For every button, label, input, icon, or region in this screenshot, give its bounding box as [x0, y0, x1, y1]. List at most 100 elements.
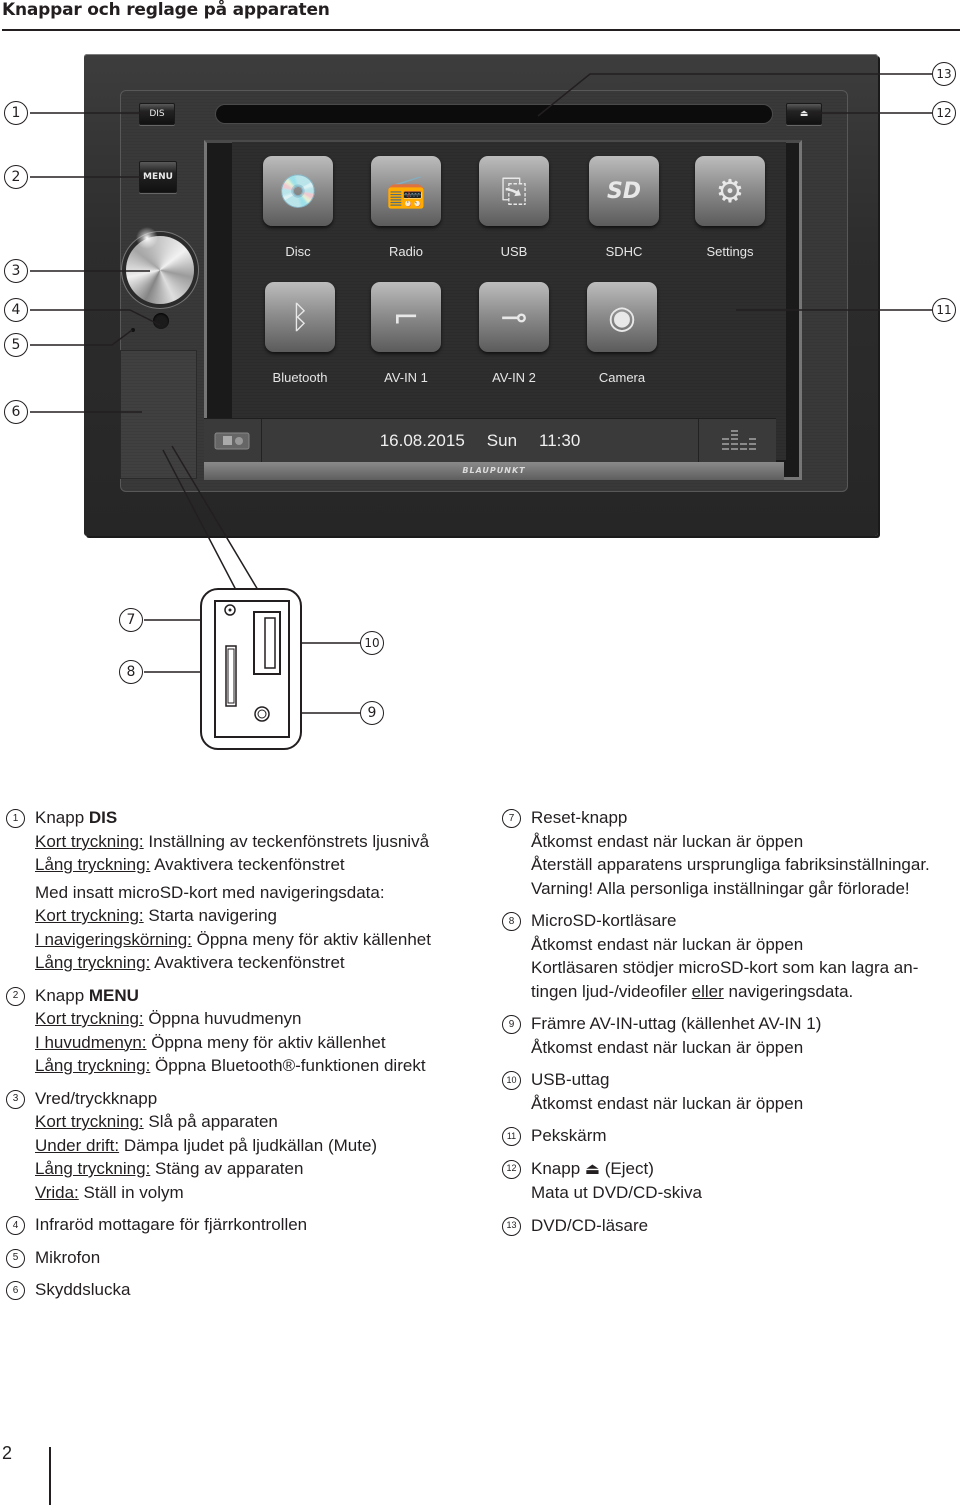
item-subheading: Med insatt microSD-kort med navigeringsd…	[35, 882, 385, 902]
audio-source-icon	[214, 432, 249, 449]
eject-button[interactable]: ⏏	[786, 103, 822, 125]
app-av-in-2[interactable]: ⊸ AV-IN 2	[474, 282, 554, 385]
sd-card-icon: SD	[589, 156, 659, 226]
page-number: 2	[2, 1443, 13, 1463]
app-label: AV-IN 1	[384, 370, 428, 385]
app-av-in-1[interactable]: ⌐ AV-IN 1	[366, 282, 446, 385]
page-margin-rule	[49, 1447, 51, 1505]
day: Sun	[486, 430, 518, 450]
callout-8: 8	[119, 660, 143, 684]
menu-button[interactable]: MENU	[139, 161, 177, 193]
callout-5: 5	[4, 333, 28, 357]
line-text: Starta navigering	[143, 906, 277, 925]
item-title-bold: MENU	[88, 985, 139, 1005]
legend-number: 7	[502, 809, 521, 828]
line-label: Lång tryckning:	[35, 953, 151, 972]
legend-item-1: 1 Knapp DIS Kort tryckning: Inställning …	[4, 806, 474, 975]
item-title: Reset-knapp	[531, 808, 628, 827]
legend-number: 12	[502, 1159, 521, 1179]
microphone	[131, 328, 135, 332]
dis-button[interactable]: DIS	[139, 103, 175, 125]
callout-4: 4	[4, 298, 28, 322]
line-label: Vrida:	[35, 1182, 79, 1202]
app-bluetooth[interactable]: ᛒ Bluetooth	[260, 282, 340, 385]
warning-text: Varning! Alla personliga inställningar g…	[531, 878, 910, 898]
legend-number: 1	[6, 809, 25, 828]
legend-number: 3	[6, 1089, 25, 1109]
item-title: Knapp	[35, 808, 89, 827]
item-title: Vred/tryckknapp	[35, 1088, 158, 1108]
item-title: MicroSD-kortläsare	[531, 911, 677, 930]
legend-item-11: 11 Pekskärm	[500, 1124, 960, 1148]
line-text: Åtkomst endast när luckan är öppen	[531, 1037, 804, 1057]
line-text: Åtkomst endast när luckan är öppen	[531, 831, 804, 851]
app-radio[interactable]: 📻 Radio	[366, 156, 446, 259]
legend-number: 5	[6, 1248, 25, 1268]
line-label: Kort tryckning:	[35, 1112, 144, 1131]
item-title: Pekskärm	[531, 1126, 607, 1145]
legend-number: 6	[6, 1281, 25, 1300]
line-text: Åtkomst endast när luckan är öppen	[531, 1093, 804, 1113]
legend-item-5: 5 Mikrofon	[4, 1246, 474, 1270]
rca-plug-icon: ⊸	[479, 282, 549, 352]
app-label: AV-IN 2	[492, 370, 536, 385]
legend-number: 9	[502, 1015, 521, 1034]
port-illustration	[224, 604, 281, 722]
legend-number: 8	[502, 912, 521, 931]
usb-port-icon	[253, 611, 281, 675]
line-label: Kort tryckning:	[35, 1009, 144, 1028]
line-label: I huvudmenyn:	[35, 1032, 147, 1052]
legend-number: 10	[502, 1071, 521, 1090]
disc-icon: 💿	[263, 156, 333, 226]
item-title-bold: DIS	[88, 808, 118, 827]
callout-10: 10	[360, 631, 384, 655]
app-camera[interactable]: ◉ Camera	[582, 282, 662, 385]
line-label: Lång tryckning:	[35, 1056, 151, 1075]
line-text: navigeringsdata.	[723, 981, 854, 1001]
item-title: Mikrofon	[35, 1247, 101, 1267]
legend-item-13: 13 DVD/CD-läsare	[500, 1214, 960, 1238]
legend-item-12: 12 Knapp ⏏ (Eject) Mata ut DVD/CD-skiva	[500, 1157, 960, 1205]
app-settings[interactable]: ⚙ Settings	[690, 156, 770, 259]
callout-11: 11	[932, 298, 956, 322]
protective-flap[interactable]	[120, 350, 197, 479]
line-text: Mata ut DVD/CD-skiva	[531, 1183, 702, 1202]
line-text: Öppna meny för aktiv källenhet	[146, 1032, 386, 1052]
bluetooth-icon: ᛒ	[265, 282, 335, 352]
callout-1: 1	[4, 101, 28, 125]
line-label: Kort tryckning:	[35, 831, 144, 851]
line-text: Dämpa ljudet på ljudkällan (Mute)	[119, 1135, 378, 1155]
legend-item-10: 10 USB-uttag Åtkomst endast när luckan ä…	[500, 1068, 960, 1115]
line-text: Öppna meny för aktiv källenhet	[191, 929, 431, 949]
legend-item-6: 6 Skyddslucka	[4, 1278, 474, 1302]
callout-7: 7	[119, 608, 143, 632]
equalizer-button[interactable]	[698, 419, 776, 462]
app-sdhc[interactable]: SD SDHC	[584, 156, 664, 259]
app-label: Bluetooth	[272, 370, 328, 385]
legend-right-column: 7 Reset-knapp Åtkomst endast när luckan …	[500, 806, 960, 1246]
page-title: Knappar och reglage på apparaten	[2, 0, 330, 20]
app-label: Disc	[285, 244, 311, 259]
line-label: Kort tryckning:	[35, 906, 144, 925]
date-time-display: 16.08.2015 Sun 11:30	[262, 419, 698, 462]
legend-left-column: 1 Knapp DIS Kort tryckning: Inställning …	[4, 806, 474, 1311]
item-title: Främre AV-IN-uttag (källenhet AV-IN 1)	[531, 1014, 822, 1033]
app-usb[interactable]: ⎘ USB	[474, 156, 554, 259]
item-title: Knapp	[531, 1158, 585, 1178]
source-button[interactable]	[204, 419, 262, 462]
dvd-cd-slot	[215, 104, 773, 124]
eject-icon: ⏏	[799, 109, 809, 119]
app-disc[interactable]: 💿 Disc	[258, 156, 338, 259]
item-title: DVD/CD-läsare	[531, 1215, 649, 1235]
line-text: Slå på apparaten	[143, 1112, 278, 1131]
line-text: Öppna huvudmenyn	[143, 1009, 302, 1028]
emphasis-text: eller	[691, 981, 724, 1001]
callout-6: 6	[4, 400, 28, 424]
app-label: Settings	[706, 244, 754, 259]
callout-2: 2	[4, 165, 28, 189]
legend-item-8: 8 MicroSD-kortläsare Åtkomst endast när …	[500, 909, 960, 1003]
legend-number: 4	[6, 1216, 25, 1235]
status-bar: 16.08.2015 Sun 11:30	[204, 418, 776, 462]
line-text: Ställ in volym	[78, 1182, 184, 1202]
callout-12: 12	[932, 101, 956, 125]
